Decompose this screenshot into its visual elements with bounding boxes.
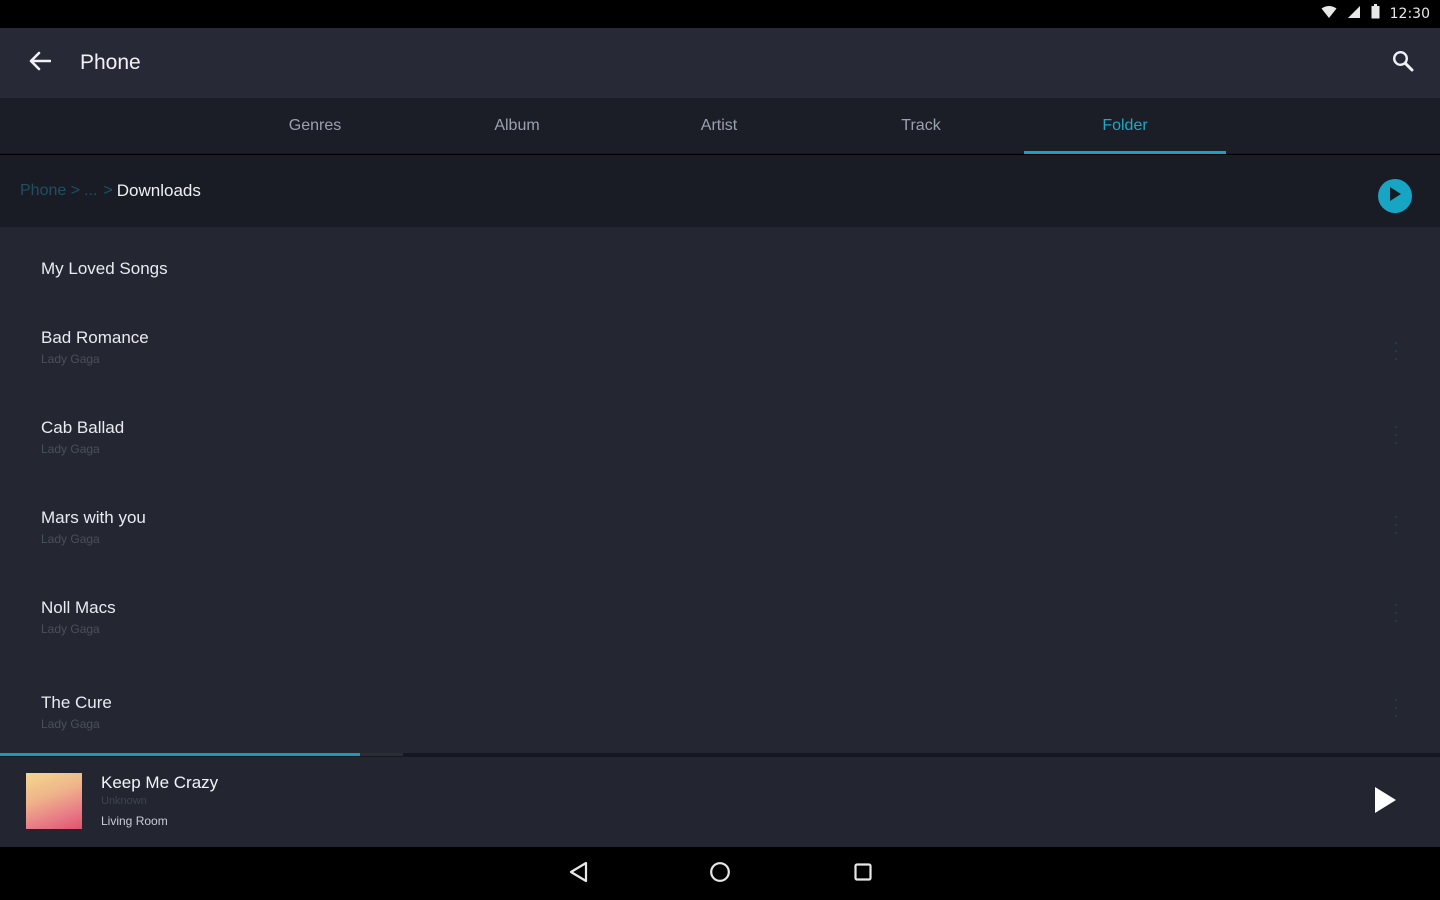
play-icon (1373, 786, 1397, 819)
song-list: My Loved Songs Bad Romance Lady Gaga Cab… (0, 227, 1440, 755)
tab-folder[interactable]: Folder (1024, 98, 1226, 154)
home-circle-icon (709, 861, 731, 888)
list-item-title: Bad Romance (41, 328, 149, 347)
list-item[interactable]: Cab Ballad Lady Gaga (0, 418, 1440, 456)
wifi-icon (1321, 5, 1337, 24)
search-button[interactable] (1388, 48, 1418, 78)
search-icon (1392, 50, 1414, 77)
now-playing-artist: Unknown (101, 795, 147, 807)
tab-artist[interactable]: Artist (618, 98, 820, 154)
breadcrumb-current: Downloads (116, 181, 201, 200)
list-item[interactable]: Bad Romance Lady Gaga (0, 328, 1440, 366)
breadcrumb-parent[interactable]: Phone > (20, 182, 80, 200)
list-item[interactable]: Noll Macs Lady Gaga (0, 598, 1440, 636)
recents-square-icon (853, 862, 873, 887)
battery-icon (1371, 4, 1380, 24)
now-playing-bar[interactable]: Keep Me Crazy Unknown Living Room (0, 757, 1440, 847)
more-vert-icon[interactable] (1394, 604, 1398, 622)
play-button[interactable] (1370, 786, 1400, 819)
breadcrumb-separator: > (103, 182, 113, 199)
now-playing-device: Living Room (101, 814, 168, 828)
cell-signal-icon (1347, 5, 1361, 24)
list-item-subtitle: Lady Gaga (41, 622, 100, 636)
arrow-back-icon (29, 51, 52, 76)
page-title: Phone (80, 51, 141, 74)
more-vert-icon[interactable] (1394, 699, 1398, 717)
play-circle-icon (1388, 186, 1402, 207)
breadcrumb: Phone > ... > Downloads (0, 155, 1440, 227)
tab-album[interactable]: Album (416, 98, 618, 154)
list-item-subtitle: Lady Gaga (41, 352, 100, 366)
list-item-subtitle: Lady Gaga (41, 717, 100, 731)
list-item[interactable]: Mars with you Lady Gaga (0, 508, 1440, 546)
more-vert-icon[interactable] (1394, 342, 1398, 360)
nav-back-button[interactable] (565, 860, 593, 888)
nav-home-button[interactable] (706, 860, 734, 888)
list-item[interactable]: The Cure Lady Gaga (0, 693, 1440, 731)
list-item-subtitle: Lady Gaga (41, 532, 100, 546)
list-item[interactable]: My Loved Songs (0, 259, 1440, 279)
progress-fill (0, 753, 360, 756)
tab-bar: Genres Album Artist Track Folder (0, 98, 1440, 154)
list-item-title: The Cure (41, 693, 112, 712)
list-item-title: Mars with you (41, 508, 146, 527)
play-folder-button[interactable] (1378, 179, 1412, 213)
tab-track[interactable]: Track (820, 98, 1022, 154)
now-playing-title: Keep Me Crazy (101, 773, 219, 792)
list-item-title: Cab Ballad (41, 418, 125, 437)
list-item-subtitle: Lady Gaga (41, 442, 100, 456)
more-vert-icon[interactable] (1394, 516, 1398, 534)
back-triangle-icon (568, 861, 590, 888)
back-button[interactable] (0, 28, 80, 98)
status-time: 12:30 (1389, 6, 1430, 22)
list-item-title: Noll Macs (41, 598, 116, 617)
nav-recents-button[interactable] (849, 860, 877, 888)
more-vert-icon[interactable] (1394, 426, 1398, 444)
tab-genres[interactable]: Genres (214, 98, 416, 154)
list-item-title: My Loved Songs (41, 259, 168, 278)
album-art (26, 773, 82, 829)
app-bar: Phone (0, 28, 1440, 98)
status-bar: 12:30 (0, 0, 1440, 28)
system-nav-bar (0, 847, 1440, 900)
breadcrumb-ellipsis[interactable]: ... (84, 182, 97, 200)
